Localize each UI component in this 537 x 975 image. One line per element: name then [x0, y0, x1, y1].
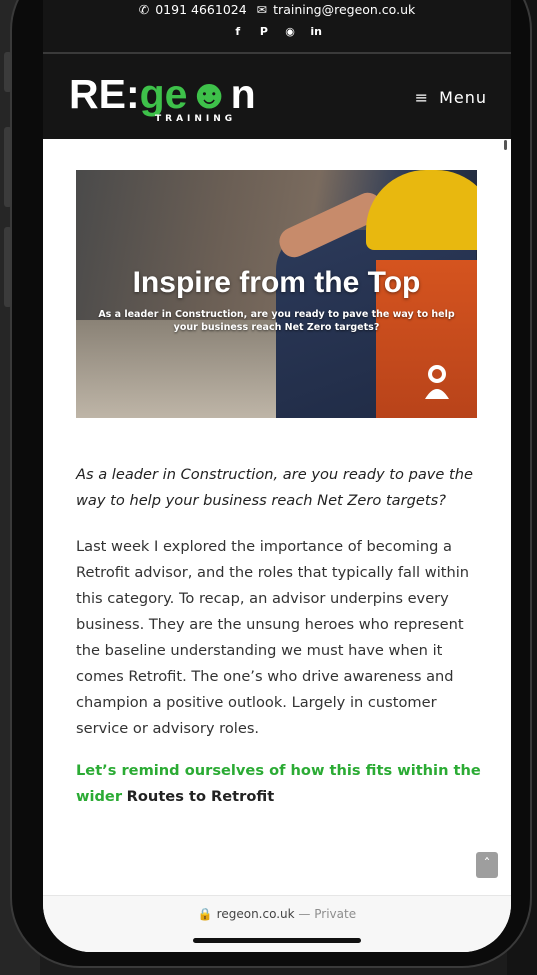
chevron-up-icon: ˆ: [483, 857, 491, 873]
hero-image: Inspire from the Top As a leader in Cons…: [76, 170, 477, 418]
email-link[interactable]: training@regeon.co.uk: [273, 2, 415, 17]
logo-part-ge: ge: [139, 71, 188, 117]
pinterest-icon[interactable]: P: [256, 24, 272, 40]
hero-bg-sand: [76, 320, 276, 418]
hero-hard-hat: [366, 170, 477, 250]
instagram-icon[interactable]: ◉: [282, 24, 298, 40]
article-highlight: Let’s remind ourselves of how this fits …: [76, 758, 486, 810]
phone-screen: ✆ 0191 4661024 ✉ training@regeon.co.uk f P…: [43, 0, 511, 952]
url-domain: regeon.co.uk: [216, 907, 295, 921]
private-mode-label: Private: [314, 907, 357, 921]
browser-address-bar[interactable]: 🔒 regeon.co.uk — Private: [43, 895, 511, 952]
facebook-icon[interactable]: f: [230, 24, 246, 40]
contact-line: ✆ 0191 4661024 ✉ training@regeon.co.uk: [43, 2, 511, 17]
url-separator: —: [298, 907, 311, 921]
article-lead: As a leader in Construction, are you rea…: [76, 466, 473, 509]
linkedin-icon[interactable]: in: [308, 24, 324, 40]
logo[interactable]: RE:ge☻n: [69, 72, 256, 116]
hero-subtitle: As a leader in Construction, are you rea…: [98, 309, 455, 333]
mail-icon: ✉: [256, 2, 268, 17]
hamburger-icon: ≡: [414, 88, 430, 107]
volume-down-button: [4, 227, 12, 307]
article-paragraph: Last week I explored the importance of b…: [76, 538, 470, 737]
url-display[interactable]: 🔒 regeon.co.uk — Private: [43, 907, 511, 921]
logo-subtitle: TRAINING: [155, 114, 237, 124]
social-links: f P ◉ in: [43, 24, 511, 40]
logo-part-re: RE:: [69, 71, 140, 117]
user-icon: [425, 365, 449, 399]
volume-up-button: [4, 127, 12, 207]
page-scrollbar[interactable]: [504, 140, 507, 150]
logo-part-n: n: [230, 71, 256, 117]
menu-label: Menu: [439, 88, 487, 107]
lock-icon: 🔒: [197, 907, 213, 921]
site-header: RE:ge☻n TRAINING ≡ Menu: [43, 54, 511, 139]
contact-topbar: ✆ 0191 4661024 ✉ training@regeon.co.uk f P…: [43, 0, 511, 52]
article-body: As a leader in Construction, are you rea…: [76, 462, 486, 826]
hero-title: Inspire from the Top: [132, 266, 421, 299]
phone-link[interactable]: 0191 4661024: [155, 2, 246, 17]
home-indicator[interactable]: [193, 938, 361, 943]
menu-button[interactable]: ≡ Menu: [415, 88, 487, 107]
routes-to-retrofit-link[interactable]: Routes to Retrofit: [127, 788, 275, 805]
scroll-to-top-button[interactable]: ˆ: [476, 852, 498, 878]
phone-side-button: [4, 52, 12, 92]
phone-icon: ✆: [138, 2, 150, 17]
logo-person-icon: ☻: [187, 71, 231, 117]
